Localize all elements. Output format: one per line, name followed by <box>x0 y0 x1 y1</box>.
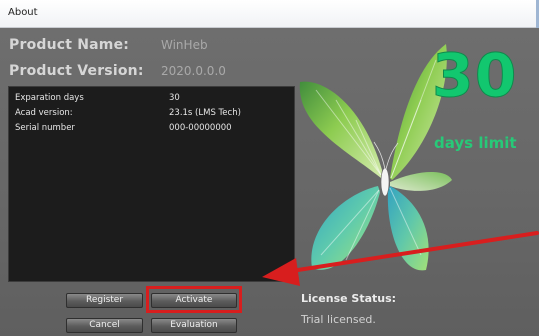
product-version-label: Product Version: <box>9 63 144 79</box>
product-name-value: WinHeb <box>161 38 208 52</box>
cancel-button[interactable]: Cancel <box>66 318 143 333</box>
activate-highlight-box <box>146 286 242 313</box>
about-window: About Product Name: WinHeb Product Versi… <box>0 0 539 336</box>
details-value: 000-00000000 <box>169 123 232 133</box>
details-row: Exparation days 30 <box>9 91 294 106</box>
product-version-value: 2020.0.0.0 <box>161 64 226 78</box>
upper-left-wing <box>299 81 382 178</box>
evaluation-button[interactable]: Evaluation <box>151 318 237 333</box>
details-key: Serial number <box>15 123 75 133</box>
window-title: About <box>8 7 38 18</box>
details-row: Serial number 000-00000000 <box>9 121 294 136</box>
butterfly-logo-icon <box>299 44 452 271</box>
license-status-label: License Status: <box>301 292 397 305</box>
trial-days-number: 30 <box>432 41 518 111</box>
days-limit-text: days limit <box>434 134 517 152</box>
product-name-label: Product Name: <box>9 37 130 53</box>
license-status-value: Trial licensed. <box>301 313 376 326</box>
details-row: Acad version: 23.1s (LMS Tech) <box>9 106 294 121</box>
details-value: 23.1s (LMS Tech) <box>169 108 241 118</box>
register-button[interactable]: Register <box>66 293 143 308</box>
title-bar[interactable]: About <box>0 0 539 28</box>
butterfly-body <box>380 167 390 197</box>
small-right-wing <box>390 171 452 191</box>
details-key: Exparation days <box>15 93 84 103</box>
license-details-panel: Exparation days 30 Acad version: 23.1s (… <box>8 86 295 282</box>
details-key: Acad version: <box>15 108 73 118</box>
details-value: 30 <box>169 93 180 103</box>
